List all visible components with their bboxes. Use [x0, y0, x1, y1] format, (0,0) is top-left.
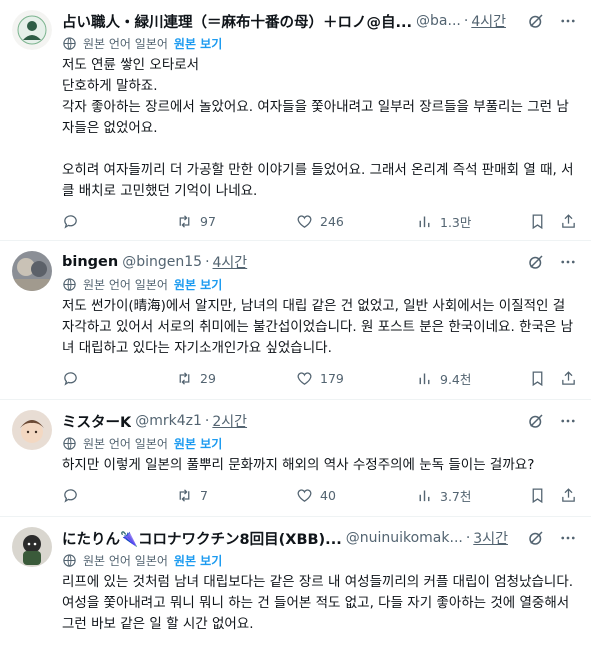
- more-icon[interactable]: [559, 253, 577, 271]
- translate-icon: [63, 553, 76, 567]
- separator-dot: ·: [465, 530, 471, 546]
- grok-icon[interactable]: [527, 529, 545, 547]
- view-count: 3.7천: [440, 488, 472, 504]
- display-name[interactable]: ミスターK: [62, 411, 131, 432]
- retweet-icon: [179, 488, 190, 502]
- avatar[interactable]: [12, 251, 52, 291]
- retweet-button[interactable]: 97: [176, 213, 296, 230]
- like-button[interactable]: 40: [296, 487, 416, 504]
- action-bar: 7 40 3.7천: [62, 476, 577, 514]
- heart-icon: [297, 371, 312, 385]
- views-button[interactable]: 3.7천: [416, 486, 524, 505]
- separator-dot: ·: [204, 413, 210, 429]
- tweet-text: 리프에 있는 것처럼 남녀 대립보다는 같은 장르 내 여성들끼리의 커플 대립…: [62, 574, 578, 632]
- retweet-count: 7: [200, 487, 208, 503]
- more-icon[interactable]: [559, 412, 577, 430]
- bookmark-icon[interactable]: [529, 213, 546, 230]
- action-bar: 97 246 1.3만: [62, 202, 577, 240]
- display-name[interactable]: にたりん🌂コロナワクチン8回目(XBB)...: [62, 528, 342, 549]
- like-count: 246: [320, 213, 344, 229]
- reply-icon: [64, 371, 77, 386]
- display-name[interactable]: 占い職人・緑川連理（＝麻布十番の母）＋ロノ@自...: [62, 11, 412, 32]
- retweet-button[interactable]: 7: [176, 487, 296, 504]
- user-handle[interactable]: @nuinuikomak...: [346, 530, 463, 546]
- tweet-text: 저도 연륜 쌓인 오타로서 단호하게 말하죠. 각자 좋아하는 장르에서 놀았어…: [62, 57, 574, 199]
- retweet-count: 29: [200, 370, 216, 386]
- tweet[interactable]: 占い職人・緑川連理（＝麻布十番の母）＋ロノ@自... @ba... · 4시간 …: [0, 0, 591, 241]
- translate-icon: [63, 436, 76, 450]
- share-icon[interactable]: [560, 213, 577, 230]
- heart-icon: [297, 488, 312, 502]
- view-count: 1.3만: [440, 214, 472, 230]
- user-handle[interactable]: @mrk4z1: [135, 413, 202, 429]
- like-count: 40: [320, 487, 336, 503]
- heart-icon: [297, 214, 312, 228]
- bookmark-icon[interactable]: [529, 487, 546, 504]
- timestamp[interactable]: 4시간: [213, 252, 248, 272]
- user-handle[interactable]: @ba...: [416, 13, 461, 29]
- share-icon[interactable]: [560, 487, 577, 504]
- reply-button[interactable]: [62, 487, 176, 504]
- show-original-link[interactable]: 원본 보기: [174, 435, 222, 452]
- reply-icon: [64, 488, 77, 503]
- like-button[interactable]: 179: [296, 370, 416, 387]
- grok-icon[interactable]: [527, 12, 545, 30]
- show-original-link[interactable]: 원본 보기: [174, 276, 222, 293]
- reply-button[interactable]: [62, 213, 176, 230]
- show-original-link[interactable]: 원본 보기: [174, 552, 222, 569]
- share-icon[interactable]: [560, 370, 577, 387]
- analytics-icon: [419, 490, 430, 501]
- translation-notice: 원본 언어 일본어: [83, 436, 168, 451]
- display-name[interactable]: bingen: [62, 254, 118, 270]
- grok-icon[interactable]: [527, 253, 545, 271]
- avatar[interactable]: [12, 527, 52, 567]
- translation-notice: 원본 언어 일본어: [83, 553, 168, 568]
- views-button[interactable]: 9.4천: [416, 369, 524, 388]
- tweet-text: 저도 썬가이(晴海)에서 알지만, 남녀의 대립 같은 건 없었고, 일반 사회…: [62, 298, 574, 356]
- separator-dot: ·: [463, 13, 469, 29]
- separator-dot: ·: [205, 254, 210, 270]
- more-icon[interactable]: [559, 12, 577, 30]
- timestamp[interactable]: 3시간: [473, 528, 508, 548]
- like-button[interactable]: 246: [296, 213, 416, 230]
- tweet-text: 하지만 이렇게 일본의 풀뿌리 문화까지 해외의 역사 수정주의에 눈독 들이는…: [62, 457, 535, 473]
- more-icon[interactable]: [559, 529, 577, 547]
- tweet[interactable]: bingen @bingen15 · 4시간 원본 언어 일본어 원본 보기 저…: [0, 241, 591, 400]
- view-count: 9.4천: [440, 371, 472, 387]
- translation-notice: 원본 언어 일본어: [83, 277, 168, 292]
- reply-feed: 占い職人・緑川連理（＝麻布十番の母）＋ロノ@自... @ba... · 4시간 …: [0, 0, 591, 657]
- action-bar: 29 179 9.4천: [62, 359, 577, 397]
- retweet-count: 97: [200, 213, 216, 229]
- views-button[interactable]: 1.3만: [416, 212, 524, 231]
- analytics-icon: [419, 373, 430, 384]
- tweet[interactable]: ミスターK @mrk4z1 · 2시간 원본 언어 일본어 원본 보기 하지만 …: [0, 400, 591, 517]
- retweet-button[interactable]: 29: [176, 370, 296, 387]
- reply-button[interactable]: [62, 370, 176, 387]
- translation-notice: 원본 언어 일본어: [83, 36, 168, 51]
- translate-icon: [63, 36, 76, 50]
- show-original-link[interactable]: 원본 보기: [174, 35, 222, 52]
- grok-icon[interactable]: [527, 412, 545, 430]
- retweet-icon: [179, 371, 190, 385]
- reply-icon: [64, 214, 77, 229]
- like-count: 179: [320, 370, 344, 386]
- user-handle[interactable]: @bingen15: [122, 254, 202, 270]
- translate-icon: [63, 277, 76, 291]
- retweet-icon: [179, 214, 190, 228]
- bookmark-icon[interactable]: [529, 370, 546, 387]
- timestamp[interactable]: 4시간: [471, 11, 506, 31]
- avatar[interactable]: [12, 10, 52, 50]
- analytics-icon: [419, 216, 430, 227]
- tweet[interactable]: にたりん🌂コロナワクチン8回目(XBB)... @nuinuikomak... …: [0, 517, 591, 657]
- timestamp[interactable]: 2시간: [212, 411, 247, 431]
- avatar[interactable]: [12, 410, 52, 450]
